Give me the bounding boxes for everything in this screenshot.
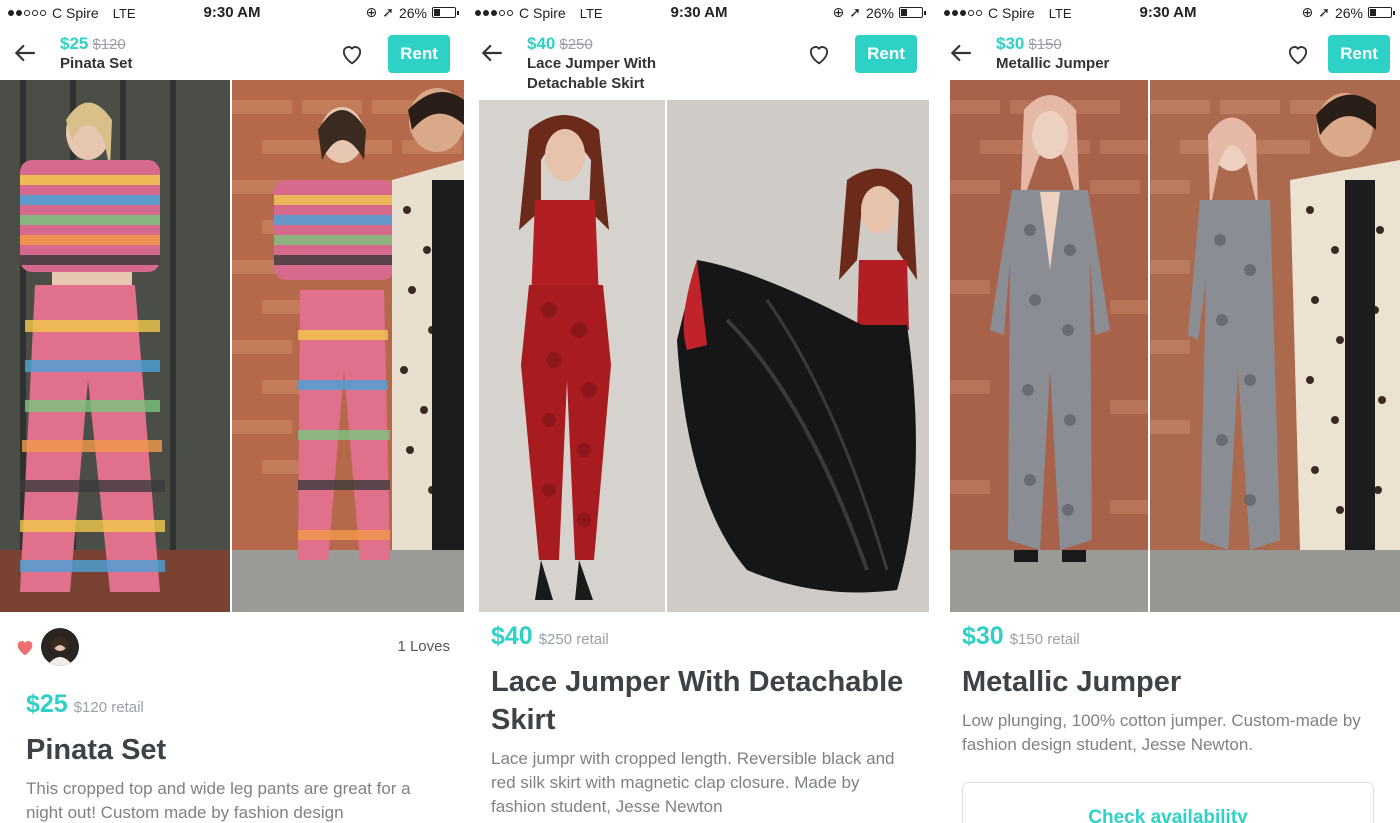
product-detail: $30 $150 retail Metallic Jumper Low plun… (936, 622, 1400, 757)
location-arrow-icon: ➚ (1318, 4, 1330, 20)
nav-price: $30 (996, 34, 1025, 53)
heart-filled-icon[interactable] (14, 636, 36, 658)
heart-outline-icon[interactable] (338, 40, 366, 68)
heart-outline-icon[interactable] (805, 40, 833, 68)
product-photo-front[interactable] (950, 80, 1148, 612)
nav-item-name: Lace Jumper With Detachable Skirt (527, 55, 657, 92)
product-photo-skirt[interactable] (667, 100, 929, 612)
rent-button[interactable]: Rent (388, 35, 450, 73)
nav-item-name: Pinata Set (60, 55, 133, 72)
loves-row: 1 Loves (14, 628, 450, 666)
product-gallery[interactable] (479, 100, 929, 612)
product-photo-with-designer[interactable] (1150, 80, 1400, 612)
location-arrow-icon: ➚ (849, 4, 861, 20)
battery-percent: 26% (865, 4, 894, 21)
product-title: Pinata Set (26, 734, 167, 766)
battery-icon (899, 7, 926, 18)
rotation-lock-icon: ⊕ (1301, 4, 1314, 20)
retail-price: $250 retail (538, 631, 609, 648)
product-price: $30 (962, 622, 1004, 650)
product-photo-jumper[interactable] (479, 100, 665, 612)
nav-retail-price: $250 (559, 36, 593, 53)
battery-icon (432, 7, 459, 18)
nav-retail-price: $150 (1028, 36, 1062, 53)
product-price: $25 (26, 690, 68, 718)
product-gallery[interactable] (950, 80, 1400, 612)
rotation-lock-icon: ⊕ (365, 4, 378, 20)
battery-percent: 26% (398, 4, 427, 21)
top-nav: $25 $120 Pinata Set Rent (0, 28, 464, 80)
location-arrow-icon: ➚ (382, 4, 394, 20)
check-availability-label: Check availability (1088, 807, 1248, 823)
product-photo-front[interactable] (0, 80, 230, 612)
product-description: Lace jumpr with cropped length. Reversib… (491, 749, 895, 816)
back-arrow-icon[interactable] (948, 40, 974, 66)
retail-price: $120 retail (73, 699, 144, 716)
product-title: Metallic Jumper (962, 666, 1182, 698)
check-availability-button[interactable]: Check availability (962, 782, 1374, 823)
product-description: Low plunging, 100% cotton jumper. Custom… (962, 711, 1361, 754)
rotation-lock-icon: ⊕ (832, 4, 845, 20)
product-gallery[interactable] (0, 80, 464, 612)
product-photo-with-designer[interactable] (232, 80, 464, 612)
product-price: $40 (491, 622, 533, 650)
product-description: This cropped top and wide leg pants are … (26, 779, 411, 822)
avatar[interactable] (41, 628, 79, 666)
nav-retail-price: $120 (92, 36, 126, 53)
top-nav: $30 $150 Metallic Jumper Rent (936, 28, 1400, 80)
loves-count: 1 Loves (397, 638, 450, 655)
battery-icon (1368, 7, 1395, 18)
retail-price: $150 retail (1009, 631, 1080, 648)
status-bar: C Spire LTE 9:30 AM ⊕ ➚ 26% (0, 0, 464, 28)
product-detail: $25 $120 retail Pinata Set This cropped … (0, 690, 464, 823)
status-bar: C Spire LTE 9:30 AM ⊕ ➚ 26% (467, 0, 931, 28)
nav-price: $25 (60, 34, 89, 53)
screen-pinata-set: C Spire LTE 9:30 AM ⊕ ➚ 26% $25 $120 Pina… (0, 0, 464, 823)
rent-button[interactable]: Rent (855, 35, 917, 73)
rent-button[interactable]: Rent (1328, 35, 1390, 73)
product-detail: $40 $250 retail Lace Jumper With Detacha… (467, 622, 931, 819)
top-nav: $40 $250 Lace Jumper With Detachable Skir… (467, 28, 931, 100)
screen-metallic-jumper: C Spire LTE 9:30 AM ⊕ ➚ 26% $30 $150 Meta… (936, 0, 1400, 823)
product-title: Lace Jumper With Detachable Skirt (491, 666, 904, 736)
nav-price: $40 (527, 34, 556, 53)
heart-outline-icon[interactable] (1284, 40, 1312, 68)
nav-item-name: Metallic Jumper (996, 55, 1110, 72)
screen-lace-jumper: C Spire LTE 9:30 AM ⊕ ➚ 26% $40 $250 Lace… (467, 0, 931, 823)
battery-percent: 26% (1334, 4, 1363, 21)
status-bar: C Spire LTE 9:30 AM ⊕ ➚ 26% (936, 0, 1400, 28)
back-arrow-icon[interactable] (479, 40, 505, 66)
back-arrow-icon[interactable] (12, 40, 38, 66)
